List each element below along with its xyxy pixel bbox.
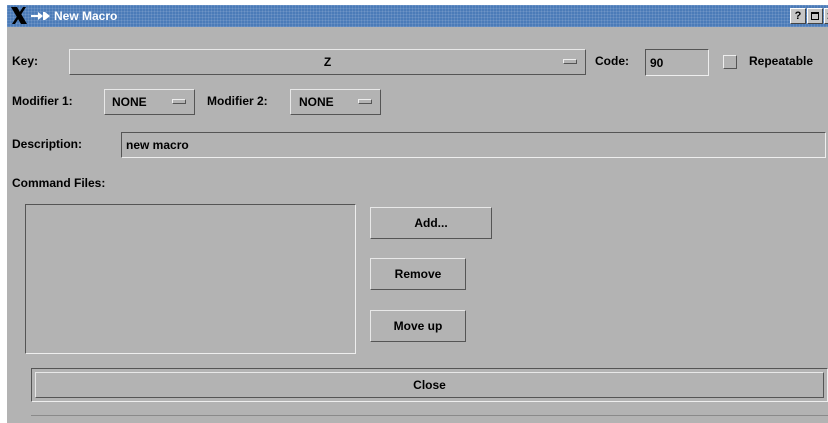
close-button[interactable]: Close bbox=[35, 372, 824, 398]
description-field[interactable]: new macro bbox=[121, 132, 826, 158]
pin-icon[interactable] bbox=[31, 11, 51, 21]
option-menu-indicator-icon bbox=[563, 59, 577, 64]
code-value: 90 bbox=[650, 55, 664, 70]
key-value: Z bbox=[323, 55, 332, 69]
modifier1-value: NONE bbox=[112, 95, 147, 109]
modifier1-label: Modifier 1: bbox=[12, 94, 73, 108]
title-bar[interactable]: New Macro ? bbox=[7, 5, 828, 27]
code-label: Code: bbox=[595, 54, 629, 68]
description-label: Description: bbox=[12, 137, 83, 151]
bottom-separator bbox=[31, 415, 828, 416]
maximize-icon bbox=[811, 12, 819, 20]
move-up-button[interactable]: Move up bbox=[370, 310, 466, 342]
repeatable-label: Repeatable bbox=[749, 54, 814, 68]
key-label: Key: bbox=[12, 54, 39, 68]
code-field[interactable]: 90 bbox=[645, 49, 709, 76]
option-menu-indicator-icon bbox=[172, 99, 186, 104]
help-button[interactable]: ? bbox=[790, 8, 806, 24]
add-button[interactable]: Add... bbox=[370, 207, 492, 239]
command-files-label: Command Files: bbox=[12, 176, 106, 190]
x-logo-icon bbox=[11, 7, 27, 24]
command-files-list[interactable] bbox=[25, 204, 356, 354]
option-menu-indicator-icon bbox=[358, 99, 372, 104]
modifier2-label: Modifier 2: bbox=[207, 94, 268, 108]
help-icon: ? bbox=[794, 10, 802, 22]
description-value: new macro bbox=[126, 138, 189, 152]
modifier2-option-menu[interactable]: NONE bbox=[290, 89, 381, 115]
close-window-button[interactable] bbox=[824, 8, 828, 24]
modifier2-value: NONE bbox=[299, 95, 334, 109]
key-option-menu[interactable]: Z bbox=[69, 49, 586, 75]
modifier1-option-menu[interactable]: NONE bbox=[104, 89, 195, 115]
window-title: New Macro bbox=[54, 9, 118, 23]
remove-button[interactable]: Remove bbox=[370, 258, 466, 290]
repeatable-checkbox[interactable] bbox=[723, 55, 737, 69]
maximize-button[interactable] bbox=[807, 8, 823, 24]
new-macro-window: New Macro ? Key: Z Code: 90 Repeatable M… bbox=[7, 5, 828, 423]
